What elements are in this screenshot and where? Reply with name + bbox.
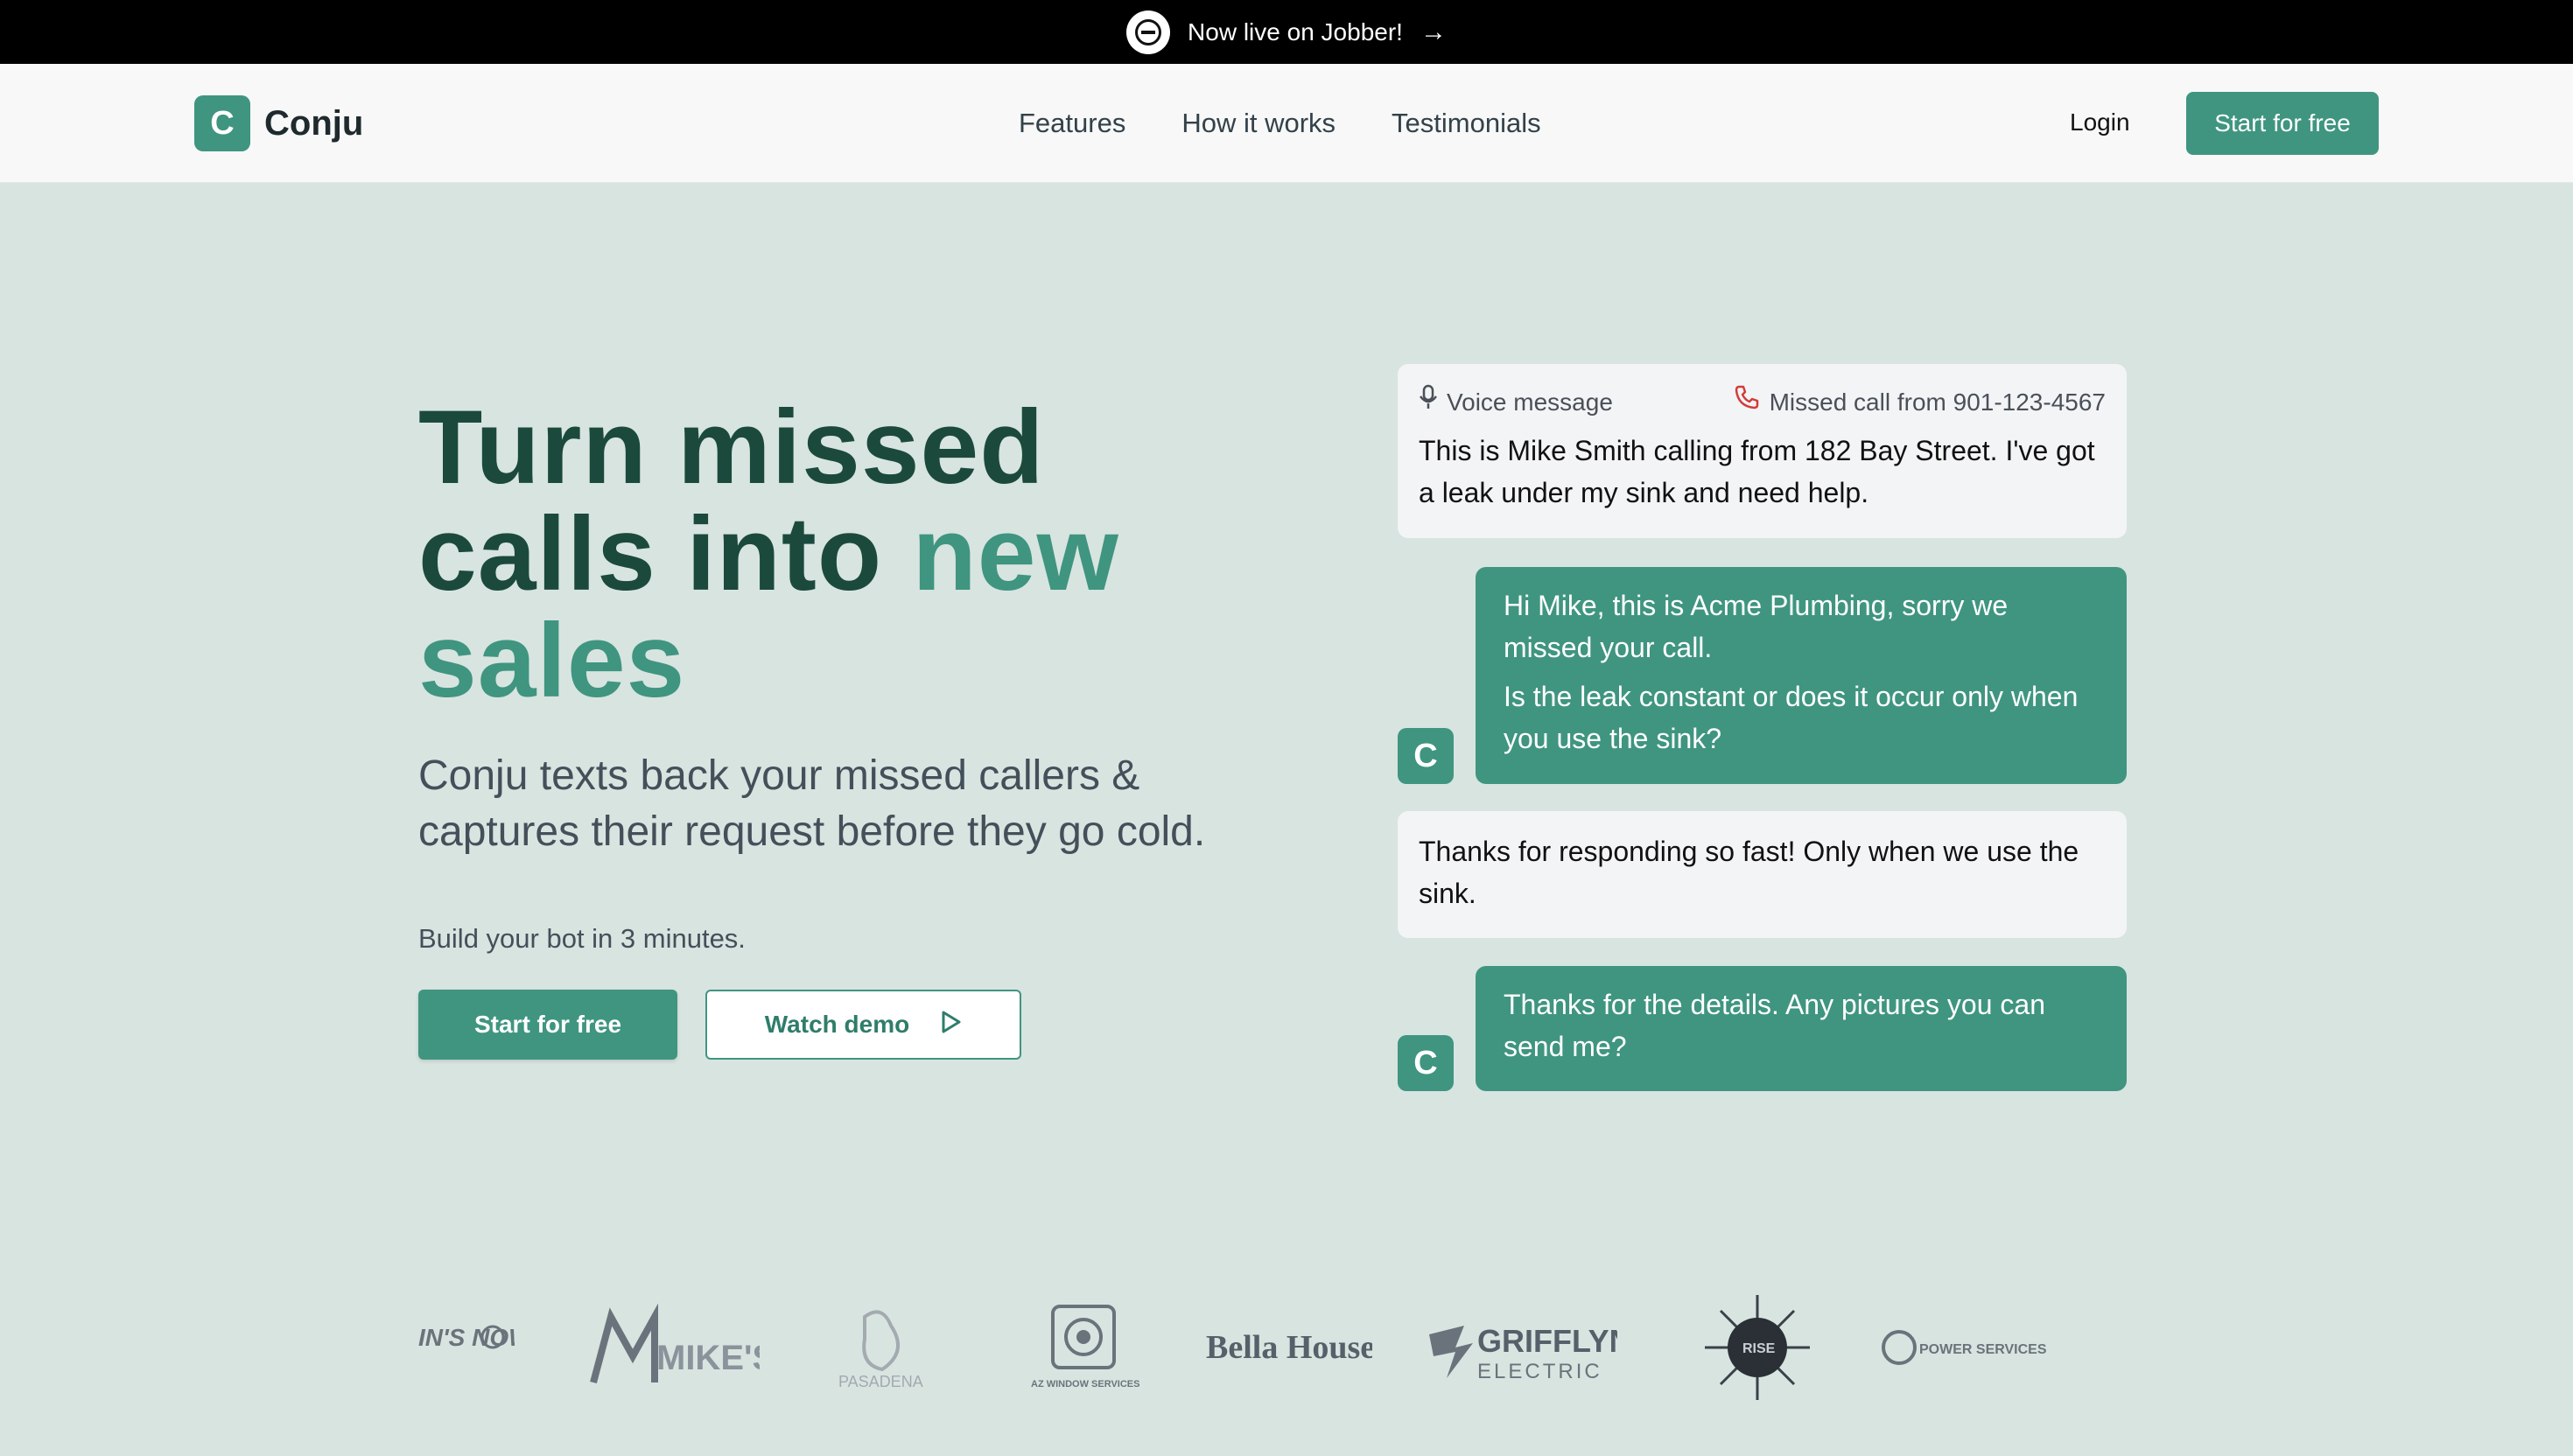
logo-power-services-text: POWER SERVICES — [1919, 1342, 2047, 1357]
voice-message-card: Voice message Missed call from 901-123-4… — [1398, 364, 2127, 538]
logo-bella-house: Bella House — [1197, 1278, 1372, 1418]
bot-avatar-2: C — [1398, 1035, 1454, 1091]
brand-name: Conju — [264, 103, 364, 143]
watch-demo-label: Watch demo — [764, 1011, 910, 1038]
customer-2-text: Thanks for responding so fast! Only when… — [1419, 836, 2079, 909]
logo-rise-text: RISE — [1742, 1341, 1776, 1356]
nav-links: Features How it works Testimonials — [1019, 108, 1541, 139]
missed-call-group: Missed call from 901-123-4567 — [1733, 383, 2106, 421]
watch-demo-button[interactable]: Watch demo — [705, 990, 1021, 1060]
logo-electric-text: ELECTRIC — [1477, 1360, 1602, 1383]
hero-note: Build your bot in 3 minutes. — [418, 923, 746, 954]
phone-missed-icon — [1733, 383, 1761, 421]
customer-bubble-2: Thanks for responding so fast! Only when… — [1398, 811, 2127, 938]
announcement-bar[interactable]: Now live on Jobber! → — [0, 0, 2573, 64]
nav-link-how-it-works[interactable]: How it works — [1181, 108, 1336, 139]
arrow-right-icon: → — [1420, 17, 1447, 46]
hero-subtitle: Conju texts back your missed callers & c… — [418, 752, 1206, 855]
logo-bella-house-text: Bella House — [1206, 1329, 1372, 1366]
reply-2-text: Thanks for the details. Any pictures you… — [1504, 989, 2045, 1062]
missed-call-text: Missed call from 901-123-4567 — [1769, 388, 2106, 416]
reply-bubble-1: Hi Mike, this is Acme Plumbing, sorry we… — [1476, 567, 2127, 784]
voice-transcript: This is Mike Smith calling from 182 Bay … — [1419, 435, 2095, 508]
nav-link-features[interactable]: Features — [1019, 108, 1125, 139]
logo-grifflyn-text: GRIFFLYN — [1477, 1323, 1617, 1359]
logo-pasadena-text: PASADENA — [838, 1373, 923, 1390]
nav-link-testimonials[interactable]: Testimonials — [1392, 108, 1541, 139]
login-link[interactable]: Login — [2070, 108, 2130, 136]
microphone-icon — [1419, 384, 1438, 420]
brand-logo[interactable]: C Conju — [194, 95, 363, 151]
voice-message-label: Voice message — [1447, 388, 1613, 416]
logo-az-window: AZ WINDOW SERVICES — [1005, 1278, 1153, 1418]
hero-title: Turn missed calls into new sales — [418, 394, 1119, 714]
announcement-text[interactable]: Now live on Jobber! — [1188, 18, 1403, 46]
play-icon — [941, 1010, 962, 1040]
hero-title-line1: Turn missed — [418, 388, 1045, 506]
hero-start-free-button[interactable]: Start for free — [418, 990, 677, 1060]
reply-bubble-2: Thanks for the details. Any pictures you… — [1476, 966, 2127, 1091]
logo-rise: RISE — [1696, 1278, 1819, 1418]
logo-grifflyn-electric: GRIFFLYN ELECTRIC — [1425, 1278, 1617, 1418]
logo-mikes: MIKE'S — [585, 1278, 760, 1418]
top-nav: C Conju Features How it works Testimonia… — [0, 64, 2573, 183]
logo-az-window-text: AZ WINDOW SERVICES — [1031, 1379, 1139, 1390]
logo-pasadena: PASADENA — [812, 1278, 952, 1418]
bot-avatar: C — [1398, 728, 1454, 784]
nav-start-free-button[interactable]: Start for free — [2186, 92, 2379, 155]
reply-1-line-1: Hi Mike, this is Acme Plumbing, sorry we… — [1504, 590, 2009, 663]
reply-1-line-2: Is the leak constant or does it occur on… — [1504, 681, 2079, 754]
customer-logos-strip: IN'S NOW MIKE'S PASADENA AZ WINDOW SERVI… — [418, 1260, 2156, 1435]
jobber-logo-icon — [1126, 10, 1171, 54]
hero-title-accent-sales: sales — [418, 602, 686, 719]
logo-ins-now: IN'S NOW — [418, 1278, 515, 1418]
logo-power-services: POWER SERVICES — [1880, 1278, 2055, 1418]
hero-title-accent-new: new — [912, 495, 1119, 612]
voice-message-label-group: Voice message — [1419, 383, 1613, 421]
brand-mark: C — [194, 95, 250, 151]
hero-title-line2: calls into — [418, 495, 883, 612]
logo-mikes-text: MIKE'S — [656, 1339, 760, 1377]
voice-message-header: Voice message Missed call from 901-123-4… — [1419, 383, 2106, 421]
